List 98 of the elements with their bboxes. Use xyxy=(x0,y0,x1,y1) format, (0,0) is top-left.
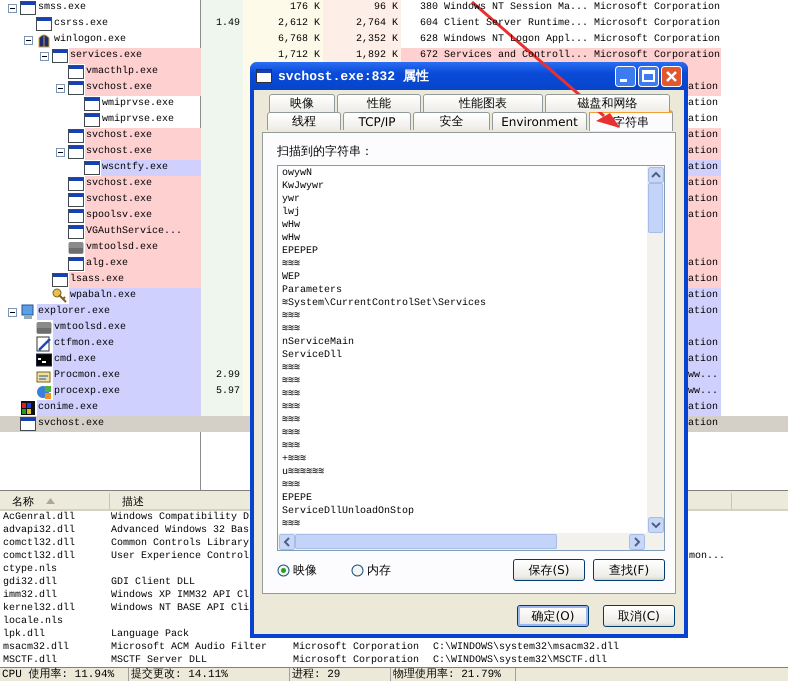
table-cell: ctype.nls xyxy=(3,564,58,575)
string-item: nServiceMain xyxy=(282,337,354,348)
table-cell: 2,352 K xyxy=(356,34,398,45)
string-item: +≋≋≋ xyxy=(282,454,306,465)
table-cell: advapi32.dll xyxy=(3,525,76,536)
table-cell: ww... xyxy=(688,386,718,397)
table-cell: ation xyxy=(688,82,718,93)
table-cell: ation xyxy=(688,274,718,285)
table-cell: Microsoft Corporation xyxy=(594,50,720,61)
table-cell: ation xyxy=(688,98,718,109)
table-cell: Windows Compatibility D xyxy=(111,512,250,523)
table-cell: 672 xyxy=(420,50,438,61)
table-cell: Windows XP IMM32 API Cl xyxy=(111,590,250,601)
string-item: wHw xyxy=(282,220,300,231)
table-cell: ww... xyxy=(688,370,718,381)
table-cell: msacm32.dll xyxy=(3,642,70,653)
string-item: ≋≋≋ xyxy=(282,389,300,400)
table-cell: ation xyxy=(688,130,718,141)
string-item: ≋≋≋ xyxy=(282,259,300,270)
table-cell: GDI Client DLL xyxy=(111,577,196,588)
string-item: ywr xyxy=(282,194,300,205)
table-cell: 2,612 K xyxy=(278,18,320,29)
string-item: ServiceDll xyxy=(282,350,342,361)
string-item: ≋≋≋ xyxy=(282,415,300,426)
table-cell: ation xyxy=(688,210,718,221)
table-cell: ation xyxy=(688,418,718,429)
string-item: ≋≋≋ xyxy=(282,480,300,491)
table-cell: ation xyxy=(688,146,718,157)
list-label: 扫描到的字符串： xyxy=(277,143,374,160)
string-item: ≋≋≋ xyxy=(282,376,300,387)
table-cell: Microsoft Corporation xyxy=(293,655,420,666)
table-cell: kernel32.dll xyxy=(3,603,76,614)
string-item: ≋System\CurrentControlSet\Services xyxy=(282,298,486,309)
table-cell: gdi32.dll xyxy=(3,577,58,588)
table-cell: Language Pack xyxy=(111,629,190,640)
table-cell: User Experience Control xyxy=(111,551,250,562)
table-cell: ation xyxy=(688,402,718,413)
table-cell: Common Controls Library xyxy=(111,538,250,549)
string-item: KwJwywr xyxy=(282,181,324,192)
string-item: lwj xyxy=(282,207,300,218)
table-cell: AcGenral.dll xyxy=(3,512,76,523)
table-cell: MSCTF Server DLL xyxy=(111,655,208,666)
table-cell: 1.49 xyxy=(216,18,240,29)
table-cell: Windows NT BASE API Cli xyxy=(111,603,250,614)
status-text: 物理使用率: 21.79% xyxy=(391,668,516,681)
table-cell: MSCTF.dll xyxy=(3,655,58,666)
table-cell: Microsoft ACM Audio Filter xyxy=(111,642,268,653)
table-cell: ation xyxy=(688,194,718,205)
table-cell: comctl32.dll xyxy=(3,538,76,549)
table-cell: C:\WINDOWS\system32\MSCTF.dll xyxy=(433,655,608,666)
string-item: wHw xyxy=(282,233,300,244)
string-item: ≋≋≋ xyxy=(282,428,300,439)
table-cell: C:\WINDOWS\system32\msacm32.dll xyxy=(433,642,620,653)
string-item: owywN xyxy=(282,168,312,179)
table-cell: ation xyxy=(688,114,718,125)
table-cell: ation xyxy=(688,354,718,365)
table-cell: imm32.dll xyxy=(3,590,58,601)
string-item: ≋≋≋ xyxy=(282,324,300,335)
table-cell: 604 xyxy=(420,18,438,29)
table-cell: ation xyxy=(688,162,718,173)
table-cell: Advanced Windows 32 Bas xyxy=(111,525,250,536)
string-item: ≋≋≋ xyxy=(282,441,300,452)
table-cell: 2,764 K xyxy=(356,18,398,29)
table-cell: 380 xyxy=(420,2,438,13)
table-cell: 5.97 xyxy=(216,386,240,397)
table-cell: lpk.dll xyxy=(3,629,46,640)
table-cell: Microsoft Corporation xyxy=(594,2,720,13)
table-cell: mon... xyxy=(689,551,726,562)
string-item: EPEPEP xyxy=(282,246,318,257)
string-item: u≋≋≋≋≋≋ xyxy=(282,467,324,478)
table-cell: 96 K xyxy=(374,2,398,13)
string-item: ≋≋≋ xyxy=(282,402,300,413)
window-title: svchost.exe:832 属性 xyxy=(278,68,429,85)
table-cell: 6,768 K xyxy=(278,34,320,45)
table-cell: locale.nls xyxy=(3,616,64,627)
table-cell: Microsoft Corporation xyxy=(293,642,420,653)
status-text: 提交更改: 14.11% xyxy=(129,668,290,681)
status-text: CPU 使用率: 11.94% xyxy=(0,668,129,681)
table-cell: 176 K xyxy=(290,2,320,13)
table-cell: 1,892 K xyxy=(356,50,398,61)
table-cell: ation xyxy=(688,258,718,269)
string-item: ≋≋≋ xyxy=(282,311,300,322)
table-cell: Microsoft Corporation xyxy=(594,18,720,29)
table-cell: ation xyxy=(688,306,718,317)
string-item: Parameters xyxy=(282,285,342,296)
table-cell: 628 xyxy=(420,34,438,45)
string-item: ≋≋≋ xyxy=(282,363,300,374)
table-cell: Microsoft Corporation xyxy=(594,34,720,45)
string-item: ServiceDllUnloadOnStop xyxy=(282,506,414,517)
table-cell: ation xyxy=(688,338,718,349)
string-item: WEP xyxy=(282,272,300,283)
string-item: ≋≋≋ xyxy=(282,519,300,530)
table-cell: 2.99 xyxy=(216,370,240,381)
table-cell: 1,712 K xyxy=(278,50,320,61)
table-cell: comctl32.dll xyxy=(3,551,76,562)
table-cell: ation xyxy=(688,290,718,301)
status-text: 进程: 29 xyxy=(290,668,391,681)
table-cell: ation xyxy=(688,178,718,189)
